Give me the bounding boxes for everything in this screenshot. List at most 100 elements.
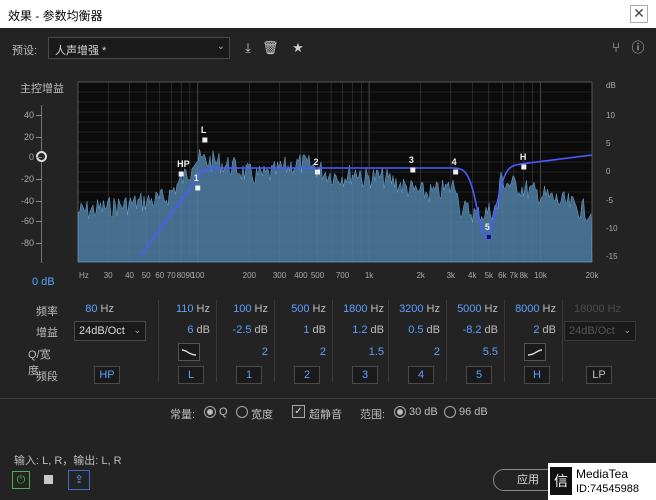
radio-range-96-label: 96 dB (459, 406, 488, 418)
low-shelf-shape-button[interactable] (178, 343, 200, 361)
band-5-gain-value: -8.2 (462, 324, 482, 336)
band-1-gain[interactable]: -2.5 dB (224, 324, 268, 336)
band-node-hp[interactable] (178, 171, 184, 177)
band-toggle-hp[interactable]: HP (94, 366, 120, 384)
freq-tick-label: 2k (416, 271, 425, 280)
band-node-2[interactable] (315, 169, 321, 175)
lp-freq[interactable]: 18000 Hz (574, 303, 621, 315)
band-3-freq-unit: Hz (370, 303, 384, 315)
radio-width-label: 宽度 (251, 409, 273, 421)
band-node-h[interactable] (521, 164, 527, 170)
stop-icon[interactable] (44, 475, 53, 484)
io-label: 输入: L, R，输出: L, R (14, 455, 122, 467)
radio-range-30-label: 30 dB (409, 406, 438, 418)
band-4-gain-unit: dB (426, 324, 440, 336)
freq-tick-label: 5k (485, 271, 494, 280)
column-separator (562, 300, 563, 382)
band-h-freq[interactable]: 8000 Hz (512, 303, 556, 315)
row-label-freq: 频率 (36, 306, 58, 318)
band-l-gain[interactable]: 6 dB (166, 324, 210, 336)
eq-graph[interactable]: HPL12 3 45HHz 30 40 50 60 70 80 90100 200 300 400 500… (0, 0, 656, 300)
lp-slope-value: 24dB/Oct (569, 325, 615, 337)
hp-freq[interactable]: 80 Hz (70, 303, 114, 315)
power-icon[interactable]: ⏻ (12, 471, 30, 489)
band-node-label: L (201, 125, 207, 135)
band-h-gain-value: 2 (533, 324, 540, 336)
band-1-freq-unit: Hz (254, 303, 268, 315)
band-toggle-5[interactable]: 5 (466, 366, 492, 384)
band-h-freq-value: 8000 (515, 303, 540, 315)
band-h-gain[interactable]: 2 dB (512, 324, 556, 336)
band-4-freq[interactable]: 3200 Hz (396, 303, 440, 315)
high-shelf-shape-button[interactable] (524, 343, 546, 361)
band-3-q[interactable]: 1.5 (340, 346, 384, 358)
band-3-freq[interactable]: 1800 Hz (340, 303, 384, 315)
ultra-quiet-checkbox[interactable]: ✓ (292, 405, 305, 418)
row-label-band: 频段 (36, 371, 58, 383)
hp-freq-value: 80 (85, 303, 98, 315)
watermark: 信 MediaTea ID:74545988 (548, 463, 656, 500)
freq-tick-label: 8k (520, 271, 529, 280)
lp-freq-value: 18000 (574, 303, 605, 315)
column-separator (158, 300, 159, 382)
band-2-gain[interactable]: 1 dB (282, 324, 326, 336)
radio-q-label: Q (219, 406, 228, 418)
band-1-q[interactable]: 2 (224, 346, 268, 358)
db-tick-label: -15 (606, 252, 618, 261)
band-toggle-2[interactable]: 2 (294, 366, 320, 384)
band-node-4[interactable] (453, 169, 459, 175)
db-tick-label: dB (606, 81, 616, 90)
band-node-label: 5 (485, 222, 490, 232)
db-tick-label: 10 (606, 111, 615, 120)
band-1-freq[interactable]: 100 Hz (224, 303, 268, 315)
band-toggle-3[interactable]: 3 (352, 366, 378, 384)
freq-tick-label: 10k (534, 271, 548, 280)
band-5-freq[interactable]: 5000 Hz (454, 303, 498, 315)
band-node-l[interactable] (202, 137, 208, 143)
band-node-label: 4 (452, 157, 457, 167)
radio-width[interactable] (236, 406, 248, 418)
band-node-5[interactable] (485, 234, 492, 240)
chevron-down-icon: ⌄ (133, 325, 141, 335)
radio-range-96[interactable] (444, 406, 456, 418)
band-3-freq-value: 1800 (343, 303, 368, 315)
band-node-label: 2 (314, 157, 319, 167)
divider (0, 398, 656, 399)
band-1-freq-value: 100 (233, 303, 252, 315)
band-l-freq[interactable]: 110 Hz (166, 303, 210, 315)
export-icon[interactable]: ⇪ (68, 470, 90, 490)
band-toggle-lp[interactable]: LP (586, 366, 612, 384)
low-shelf-icon (181, 349, 197, 356)
band-2-freq-unit: Hz (312, 303, 326, 315)
lp-slope-dropdown[interactable]: 24dB/Oct ⌄ (564, 321, 636, 341)
band-4-freq-value: 3200 (399, 303, 424, 315)
band-2-gain-value: 1 (303, 324, 310, 336)
chevron-down-icon: ⌄ (623, 325, 631, 335)
freq-tick-label: Hz (79, 271, 89, 280)
hp-freq-unit: Hz (100, 303, 114, 315)
band-5-gain[interactable]: -8.2 dB (454, 324, 498, 336)
band-2-freq[interactable]: 500 Hz (282, 303, 326, 315)
column-separator (216, 300, 217, 382)
column-separator (332, 300, 333, 382)
hp-slope-dropdown[interactable]: 24dB/Oct ⌄ (74, 321, 146, 341)
band-3-gain-unit: dB (370, 324, 384, 336)
band-toggle-l[interactable]: L (178, 366, 204, 384)
band-toggle-h[interactable]: H (524, 366, 550, 384)
band-3-gain[interactable]: 1.2 dB (340, 324, 384, 336)
band-node-3[interactable] (410, 167, 416, 173)
band-5-q[interactable]: 5.5 (454, 346, 498, 358)
radio-q[interactable] (204, 406, 216, 418)
band-toggle-4[interactable]: 4 (408, 366, 434, 384)
band-toggle-1[interactable]: 1 (236, 366, 262, 384)
watermark-line2: ID:74545988 (576, 483, 639, 495)
radio-range-30[interactable] (394, 406, 406, 418)
band-4-q[interactable]: 2 (396, 346, 440, 358)
band-2-q[interactable]: 2 (282, 346, 326, 358)
band-1-gain-value: -2.5 (232, 324, 252, 336)
band-4-gain[interactable]: 0.5 dB (396, 324, 440, 336)
ultra-quiet-label: 超静音 (309, 409, 342, 421)
freq-tick-label: 400 (294, 271, 308, 280)
band-5-freq-unit: Hz (484, 303, 498, 315)
band-node-1[interactable] (195, 185, 201, 191)
